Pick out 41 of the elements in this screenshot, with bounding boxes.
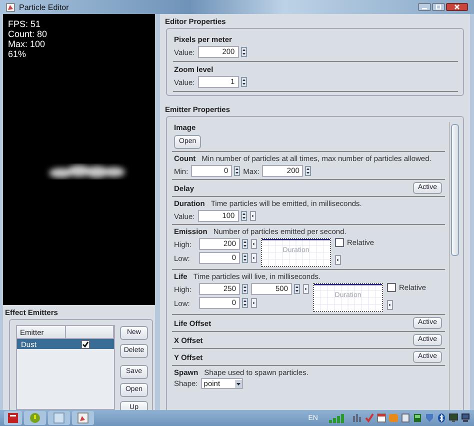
expand-button[interactable] [335,255,341,265]
stat-text: Count: 80 [8,29,48,39]
expand-button[interactable] [387,300,393,310]
calendar-icon[interactable] [377,413,386,423]
spinner-arrows-icon[interactable] [242,253,248,263]
editor-app-icon[interactable] [72,411,94,425]
stat-text: Max: 100 [8,39,46,49]
expand-button[interactable] [250,211,256,221]
spinner-arrows-icon[interactable] [234,166,240,176]
monitor-icon[interactable] [449,413,458,423]
maximize-icon[interactable] [432,3,445,11]
stat-text: FPS: 51 [8,19,42,29]
spinner-arrows-icon[interactable] [240,77,247,87]
expand-button[interactable] [251,253,257,263]
window-title: Particle Editor [19,2,69,12]
spinner-arrows-icon[interactable] [305,166,312,176]
bluetooth-icon[interactable] [437,413,446,423]
app-icon [6,2,15,12]
checkmark-icon[interactable] [365,413,374,423]
spinner-arrows-icon[interactable] [240,211,247,221]
close-icon[interactable] [446,3,468,11]
stat-text: 61% [8,49,28,59]
spinner-arrows-icon[interactable] [242,239,248,249]
relative-checkbox[interactable] [387,283,396,292]
scrollbar[interactable] [449,122,460,410]
network-icon[interactable] [352,413,362,423]
dropdown-arrow-icon[interactable] [234,380,242,388]
expand-button[interactable] [251,239,257,249]
expand-button[interactable] [303,284,309,294]
relative-checkbox[interactable] [335,238,344,247]
expand-button[interactable] [251,298,257,308]
enabled-checkbox[interactable] [81,340,90,348]
document-app-icon[interactable] [4,411,22,425]
spinner-arrows-icon[interactable] [294,284,300,294]
minimize-icon[interactable] [418,3,431,11]
computer-icon[interactable] [461,413,470,423]
scrollbar-thumb[interactable] [451,124,459,256]
spinner-arrows-icon[interactable] [240,47,247,57]
battery-icon[interactable] [413,413,422,423]
spinner-arrows-icon[interactable] [242,298,248,308]
spinner-arrows-icon[interactable] [242,284,248,294]
